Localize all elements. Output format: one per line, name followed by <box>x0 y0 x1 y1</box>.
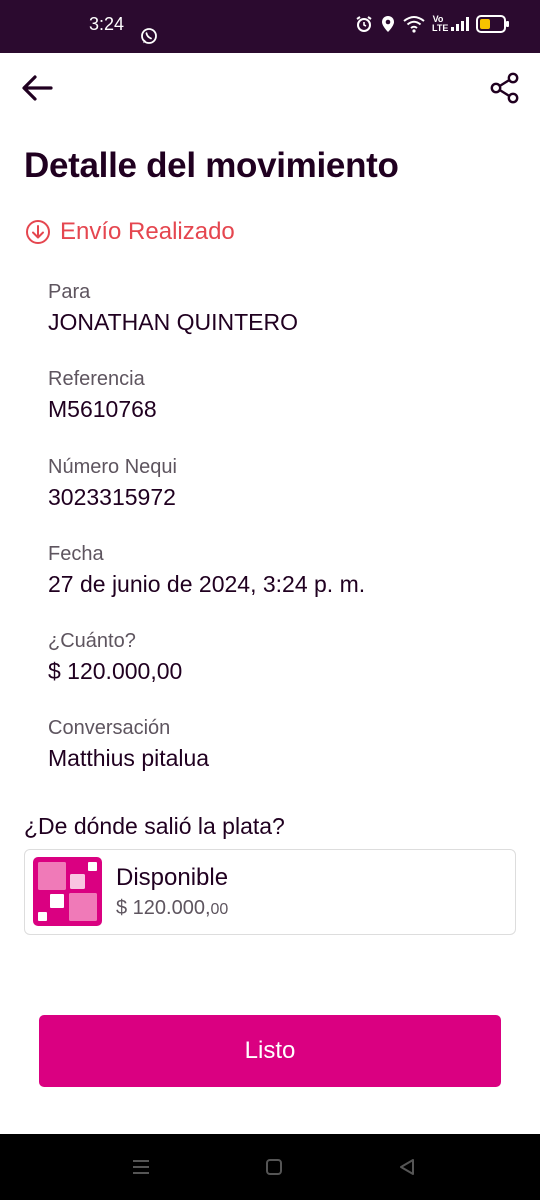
page-title: Detalle del movimiento <box>24 146 399 185</box>
location-icon <box>380 15 396 33</box>
detail-date: Fecha 27 de junio de 2024, 3:24 p. m. <box>48 541 518 628</box>
status-time: 3:24 <box>89 14 125 34</box>
whatsapp-icon <box>140 27 158 50</box>
detail-value: 27 de junio de 2024, 3:24 p. m. <box>48 570 366 597</box>
signal-icon <box>451 17 469 31</box>
source-card: Disponible $ 120.000,00 <box>24 849 516 935</box>
alarm-icon <box>355 15 373 33</box>
detail-value: $ 120.000,00 <box>48 658 183 685</box>
back-button[interactable] <box>16 67 58 109</box>
status-icons: Vo LTE <box>355 15 510 33</box>
source-name: Disponible <box>116 864 229 891</box>
arrow-down-circle-icon <box>26 220 50 244</box>
top-app-bar <box>0 53 540 123</box>
detail-value: M5610768 <box>48 396 157 423</box>
system-nav-bar <box>0 1134 540 1200</box>
detail-recipient: Para JONATHAN QUINTERO <box>48 279 518 366</box>
detail-label: Fecha <box>48 542 104 565</box>
source-amount-decimals: 00 <box>210 901 229 918</box>
transaction-status-label: Envío Realizado <box>60 218 235 245</box>
detail-value: 3023315972 <box>48 483 176 510</box>
menu-icon <box>133 1160 149 1174</box>
detail-nequi-number: Número Nequi 3023315972 <box>48 454 518 541</box>
detail-reference: Referencia M5610768 <box>48 366 518 453</box>
home-icon <box>266 1159 282 1175</box>
detail-label: Referencia <box>48 368 145 391</box>
battery-icon <box>476 15 510 33</box>
detail-value: JONATHAN QUINTERO <box>48 309 299 335</box>
detail-list: Para JONATHAN QUINTERO Referencia M56107… <box>48 279 518 803</box>
lte-label: Vo LTE <box>432 14 449 33</box>
system-back-button[interactable] <box>392 1152 422 1182</box>
done-button[interactable]: Listo <box>39 1015 501 1087</box>
menu-button[interactable] <box>126 1152 156 1182</box>
detail-label: ¿Cuánto? <box>48 630 136 653</box>
detail-label: Para <box>48 281 91 303</box>
share-button[interactable] <box>484 67 526 109</box>
arrow-left-icon <box>22 75 53 101</box>
share-icon <box>490 72 519 104</box>
nequi-pocket-icon <box>33 857 102 926</box>
detail-label: Conversación <box>48 717 171 740</box>
home-button[interactable] <box>259 1152 289 1182</box>
source-amount: $ 120.000,00 <box>116 895 228 923</box>
source-heading: ¿De dónde salió la plata? <box>24 813 285 839</box>
detail-value: Matthius pitalua <box>48 745 210 772</box>
back-triangle-icon <box>400 1159 414 1175</box>
detail-label: Número Nequi <box>48 455 177 478</box>
transaction-status: Envío Realizado <box>25 218 235 246</box>
wifi-icon <box>403 15 425 33</box>
detail-conversation: Conversación Matthius pitalua <box>48 715 518 802</box>
status-bar: 3:24 Vo LTE <box>0 0 540 53</box>
detail-amount: ¿Cuánto? $ 120.000,00 <box>48 628 518 715</box>
source-amount-main: $ 120.000, <box>116 897 211 919</box>
